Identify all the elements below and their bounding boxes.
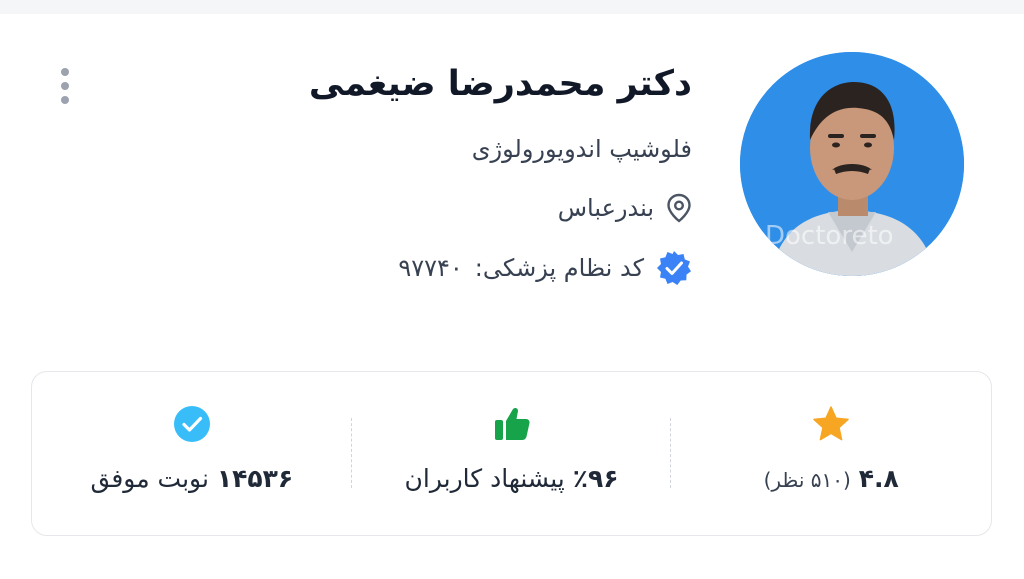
top-band <box>0 0 1024 14</box>
recommend-value: ٪۹۶ <box>572 464 619 493</box>
stat-rating: ۴.۸ (۵۱۰ نظر) <box>671 372 991 535</box>
rating-count: (۵۱۰ نظر) <box>763 468 851 492</box>
medical-code-row: کد نظام پزشکی: ۹۷۷۴۰ <box>132 248 692 288</box>
doctor-city-row: بندرعباس <box>132 190 692 226</box>
thumbs-up-icon <box>492 404 532 444</box>
medical-code-label: کد نظام پزشکی: <box>474 254 644 282</box>
star-icon <box>811 404 851 444</box>
appointments-label: نوبت موفق <box>90 464 209 493</box>
rating-text: ۴.۸ (۵۱۰ نظر) <box>764 464 899 493</box>
doctor-info: دکتر محمدرضا ضیغمی فلوشیپ اندویورولوژی ب… <box>132 58 692 288</box>
more-options-button[interactable] <box>50 64 80 108</box>
stat-recommend: ٪۹۶ پیشنهاد کاربران <box>352 372 672 535</box>
more-vertical-icon <box>61 68 69 76</box>
verified-badge-icon <box>656 250 692 286</box>
location-pin-icon <box>666 193 692 223</box>
doctor-photo: Doctoreto <box>740 52 964 276</box>
medical-code-value: ۹۷۷۴۰ <box>398 254 463 282</box>
appointments-value: ۱۴۵۳۶ <box>216 464 294 493</box>
stats-card: ۴.۸ (۵۱۰ نظر) ٪۹۶ پیشنهاد کاربران ۱۴۵۳۶ … <box>31 371 992 536</box>
recommend-text: ٪۹۶ پیشنهاد کاربران <box>405 464 619 493</box>
stat-appointments: ۱۴۵۳۶ نوبت موفق <box>32 372 352 535</box>
rating-value: ۴.۸ <box>858 464 899 493</box>
doctor-specialty: فلوشیپ اندویورولوژی <box>471 135 692 163</box>
appointments-text: ۱۴۵۳۶ نوبت موفق <box>90 464 293 493</box>
check-circle-icon <box>172 404 212 444</box>
svg-text:Doctoreto: Doctoreto <box>765 221 894 251</box>
doctor-avatar: Doctoreto <box>740 52 964 276</box>
doctor-city: بندرعباس <box>557 194 654 222</box>
doctor-name: دکتر محمدرضا ضیغمی <box>308 64 692 104</box>
recommend-label: پیشنهاد کاربران <box>404 464 565 493</box>
doctor-specialty-row: فلوشیپ اندویورولوژی <box>132 132 692 166</box>
